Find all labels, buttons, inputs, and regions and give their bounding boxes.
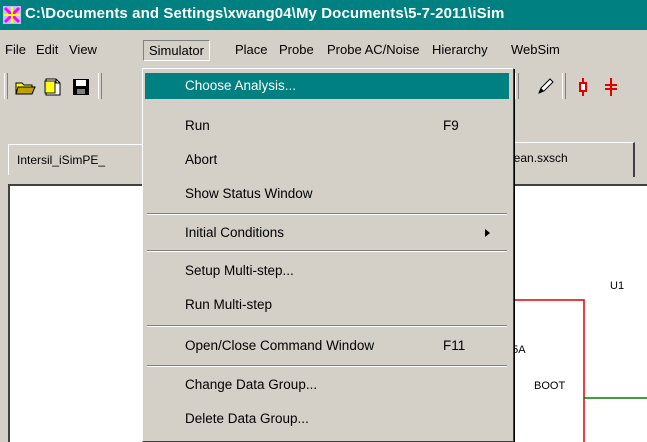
menu-probe[interactable]: Probe [279,42,314,57]
menu-separator [147,365,507,367]
menu-item-choose-analysis[interactable]: Choose Analysis... [145,73,509,99]
menu-item-run-multi-step[interactable]: Run Multi-step [145,292,509,318]
simulator-menu: Choose Analysis... Run F9 Abort Show Sta… [142,68,514,442]
menu-item-change-data-group[interactable]: Change Data Group... [145,372,509,398]
menu-item-show-status-window[interactable]: Show Status Window [145,181,509,207]
window-title: C:\Documents and Settings\xwang04\My Doc… [25,5,505,22]
tab-lean-sxsch[interactable]: lean.sxsch [512,142,635,177]
menu-item-label: Show Status Window [185,186,313,201]
menu-separator [147,213,507,215]
menu-item-abort[interactable]: Abort [145,147,509,173]
pin-label: BOOT [534,380,566,392]
menu-item-open-close-command-window[interactable]: Open/Close Command Window F11 [145,333,509,359]
menu-bar: File Edit View Simulator Place Probe Pro… [0,38,647,64]
menu-item-label: Run [185,118,210,133]
tab-label: Intersil_iSimPE_ [17,153,106,167]
menu-place[interactable]: Place [235,42,268,57]
title-bar: C:\Documents and Settings\xwang04\My Doc… [0,0,647,30]
menu-item-initial-conditions[interactable]: Initial Conditions [145,220,509,246]
menu-edit[interactable]: Edit [36,42,58,57]
menu-item-run[interactable]: Run F9 [145,113,509,139]
toolbar-grip[interactable] [4,73,8,99]
tab-intersil-isimpe[interactable]: Intersil_iSimPE_ [8,144,147,175]
wire-icon[interactable] [600,76,622,98]
probe-icon[interactable] [572,76,594,98]
menu-view[interactable]: View [69,42,97,57]
menu-item-label: Change Data Group... [185,377,318,392]
component-label: U1 [610,280,625,292]
menu-item-label: Initial Conditions [185,225,285,240]
tab-label: lean.sxsch [512,151,568,165]
toolbar-separator [98,73,102,99]
menu-file[interactable]: File [5,42,26,57]
menu-item-shortcut: F9 [443,118,459,133]
menu-websim[interactable]: WebSim [511,42,560,57]
menu-hierarchy[interactable]: Hierarchy [432,42,488,57]
menu-simulator[interactable]: Simulator [143,40,210,61]
menu-probe-ac-noise[interactable]: Probe AC/Noise [327,42,420,57]
save-icon[interactable] [70,76,92,98]
menu-item-label: Open/Close Command Window [185,338,375,353]
menu-separator [147,250,507,252]
submenu-arrow-icon [485,229,490,237]
app-icon[interactable] [3,6,21,24]
open-folder-icon[interactable] [14,76,36,98]
menu-item-label: Setup Multi-step... [185,263,294,278]
pencil-icon[interactable] [534,76,556,98]
menu-item-label: Run Multi-step [185,297,273,312]
menu-item-label: Choose Analysis... [185,78,297,93]
menu-separator [147,325,507,327]
toolbar-separator-3 [562,73,566,99]
menu-item-setup-multi-step[interactable]: Setup Multi-step... [145,258,509,284]
toolbar-separator-2 [515,73,519,99]
menu-item-shortcut: F11 [443,338,466,353]
menu-item-label: Delete Data Group... [185,411,309,426]
menu-item-delete-data-group[interactable]: Delete Data Group... [145,406,509,432]
menu-item-label: Abort [185,152,218,167]
new-file-icon[interactable] [42,76,64,98]
